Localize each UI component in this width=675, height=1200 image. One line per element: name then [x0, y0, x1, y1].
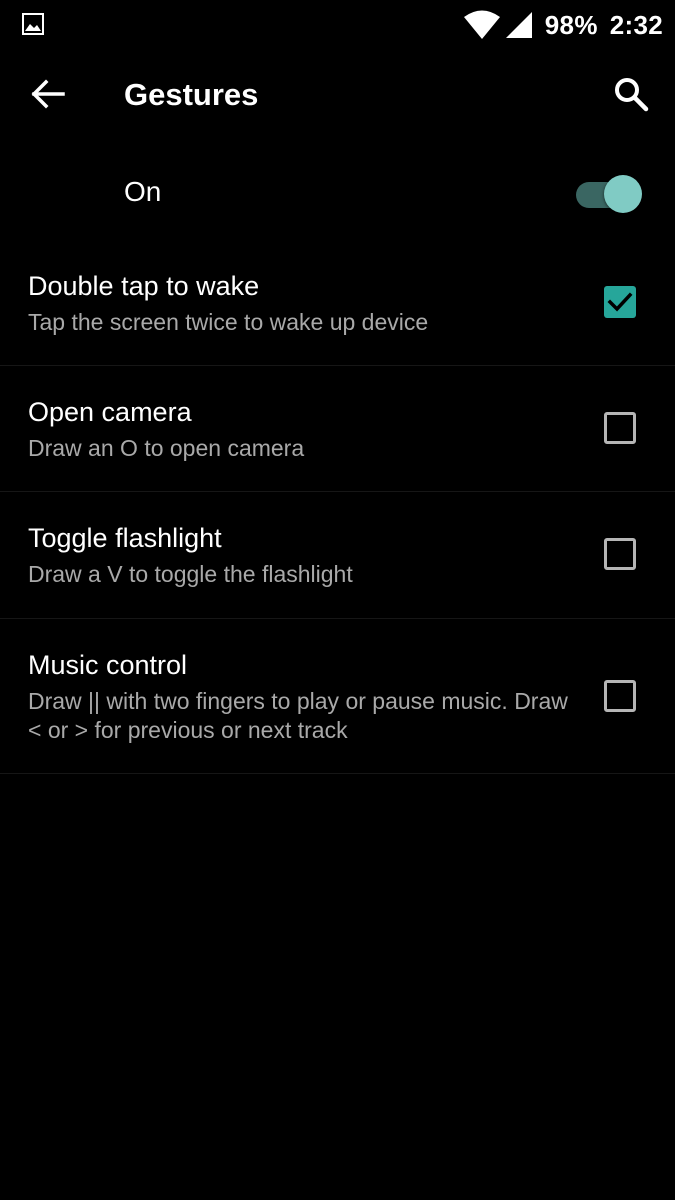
- status-bar: 98% 2:32: [0, 0, 675, 50]
- image-notification-icon: [22, 13, 44, 35]
- gesture-settings-list: Double tap to wake Tap the screen twice …: [0, 240, 675, 774]
- search-icon: [613, 76, 649, 117]
- status-clock: 2:32: [609, 9, 663, 40]
- setting-summary: Draw an O to open camera: [28, 435, 305, 461]
- back-button[interactable]: [20, 72, 76, 120]
- setting-title: Music control: [28, 650, 188, 680]
- arrow-back-icon: [31, 79, 65, 114]
- master-switch-label: On: [124, 176, 162, 207]
- toggle-flashlight-checkbox[interactable]: [604, 538, 636, 570]
- master-switch-row[interactable]: On: [0, 144, 675, 240]
- setting-title: Toggle flashlight: [28, 523, 222, 553]
- master-toggle-switch[interactable]: [576, 174, 644, 214]
- setting-summary: Draw || with two fingers to play or paus…: [28, 688, 568, 743]
- battery-percentage: 98%: [544, 9, 598, 40]
- setting-summary: Tap the screen twice to wake up device: [28, 309, 429, 335]
- setting-music-control[interactable]: Music control Draw || with two fingers t…: [0, 619, 675, 774]
- search-button[interactable]: [603, 70, 659, 122]
- page-title: Gestures: [124, 77, 259, 112]
- setting-title: Open camera: [28, 397, 192, 427]
- setting-double-tap-to-wake[interactable]: Double tap to wake Tap the screen twice …: [0, 240, 675, 366]
- setting-title: Double tap to wake: [28, 271, 260, 301]
- setting-open-camera[interactable]: Open camera Draw an O to open camera: [0, 366, 675, 492]
- cell-signal-icon: [505, 11, 533, 39]
- toolbar: Gestures: [0, 50, 675, 144]
- checkmark-icon: [607, 292, 633, 312]
- double-tap-checkbox[interactable]: [604, 286, 636, 318]
- setting-summary: Draw a V to toggle the flashlight: [28, 561, 353, 587]
- open-camera-checkbox[interactable]: [604, 412, 636, 444]
- wifi-icon: [463, 10, 501, 40]
- setting-toggle-flashlight[interactable]: Toggle flashlight Draw a V to toggle the…: [0, 492, 675, 619]
- switch-thumb: [604, 175, 642, 213]
- music-control-checkbox[interactable]: [604, 680, 636, 712]
- status-icons: 98% 2:32: [463, 0, 663, 50]
